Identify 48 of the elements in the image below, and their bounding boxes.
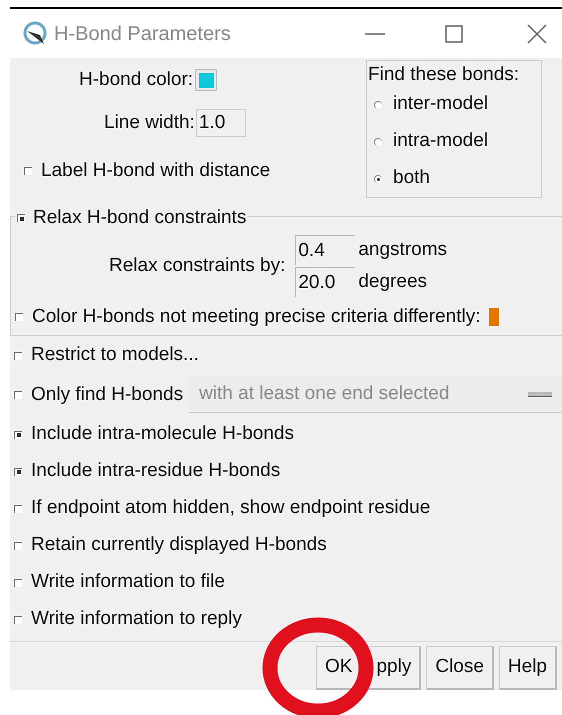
maximize-icon[interactable]	[445, 24, 463, 42]
option-label: Include intra-molecule H-bonds	[31, 422, 294, 446]
checkbox[interactable]	[14, 468, 22, 476]
checkbox[interactable]	[14, 542, 22, 550]
color-swatch[interactable]	[489, 308, 500, 326]
radio-button[interactable]	[374, 100, 382, 108]
checkbox[interactable]	[14, 352, 22, 360]
radio-label: intra-model	[393, 129, 488, 154]
option-label: Retain currently displayed H-bonds	[31, 533, 327, 558]
minimize-icon[interactable]	[365, 32, 385, 36]
group-title: Find these bonds:	[368, 64, 520, 86]
number-field[interactable]: 0.4	[295, 235, 356, 265]
option-label: Only find H-bonds	[31, 382, 184, 407]
radio-button[interactable]	[374, 138, 382, 146]
checkbox[interactable]	[14, 578, 22, 586]
checkbox[interactable]	[14, 391, 22, 399]
checkbox[interactable]	[15, 313, 23, 321]
number-field[interactable]: 20.0	[295, 267, 356, 297]
option-label: Restrict to models...	[31, 343, 199, 368]
dialog-button[interactable]: Help	[498, 646, 557, 690]
dialog-button[interactable]: pply	[367, 646, 422, 690]
line-width-field[interactable]: 1.0	[196, 109, 246, 137]
radio-label: inter-model	[393, 92, 488, 116]
unit-label: angstroms	[358, 238, 448, 262]
checkbox[interactable]	[17, 214, 25, 222]
group-label: Relax H-bond constraints	[33, 206, 246, 230]
checkbox[interactable]	[14, 616, 22, 624]
option-label: Include intra-residue H-bonds	[31, 459, 280, 484]
close-icon[interactable]	[527, 24, 547, 44]
option-label: Color H-bonds not meeting precise criteria differently:	[32, 304, 480, 329]
checkbox[interactable]	[24, 167, 32, 175]
app-logo-icon	[22, 20, 48, 46]
checkbox[interactable]	[14, 504, 22, 512]
option-label: Write information to file	[31, 570, 225, 594]
radio-label: both	[393, 166, 430, 190]
color-swatch[interactable]	[195, 69, 218, 91]
window-title: H-Bond Parameters	[54, 22, 231, 46]
line-width-label: Line width:	[104, 110, 195, 135]
option-label: If endpoint atom hidden, show endpoint residue	[31, 496, 430, 520]
dialog-button[interactable]: Close	[426, 646, 494, 690]
color-label: H-bond color:	[79, 68, 194, 92]
option-label: Write information to reply	[31, 607, 242, 632]
option-label: Label H-bond with distance	[41, 158, 270, 183]
unit-label: degrees	[358, 270, 428, 294]
dropdown-indicator-icon	[528, 392, 552, 397]
radio-button[interactable]	[374, 174, 382, 182]
relax-label: Relax constraints by:	[109, 254, 286, 278]
checkbox[interactable]	[14, 430, 22, 438]
